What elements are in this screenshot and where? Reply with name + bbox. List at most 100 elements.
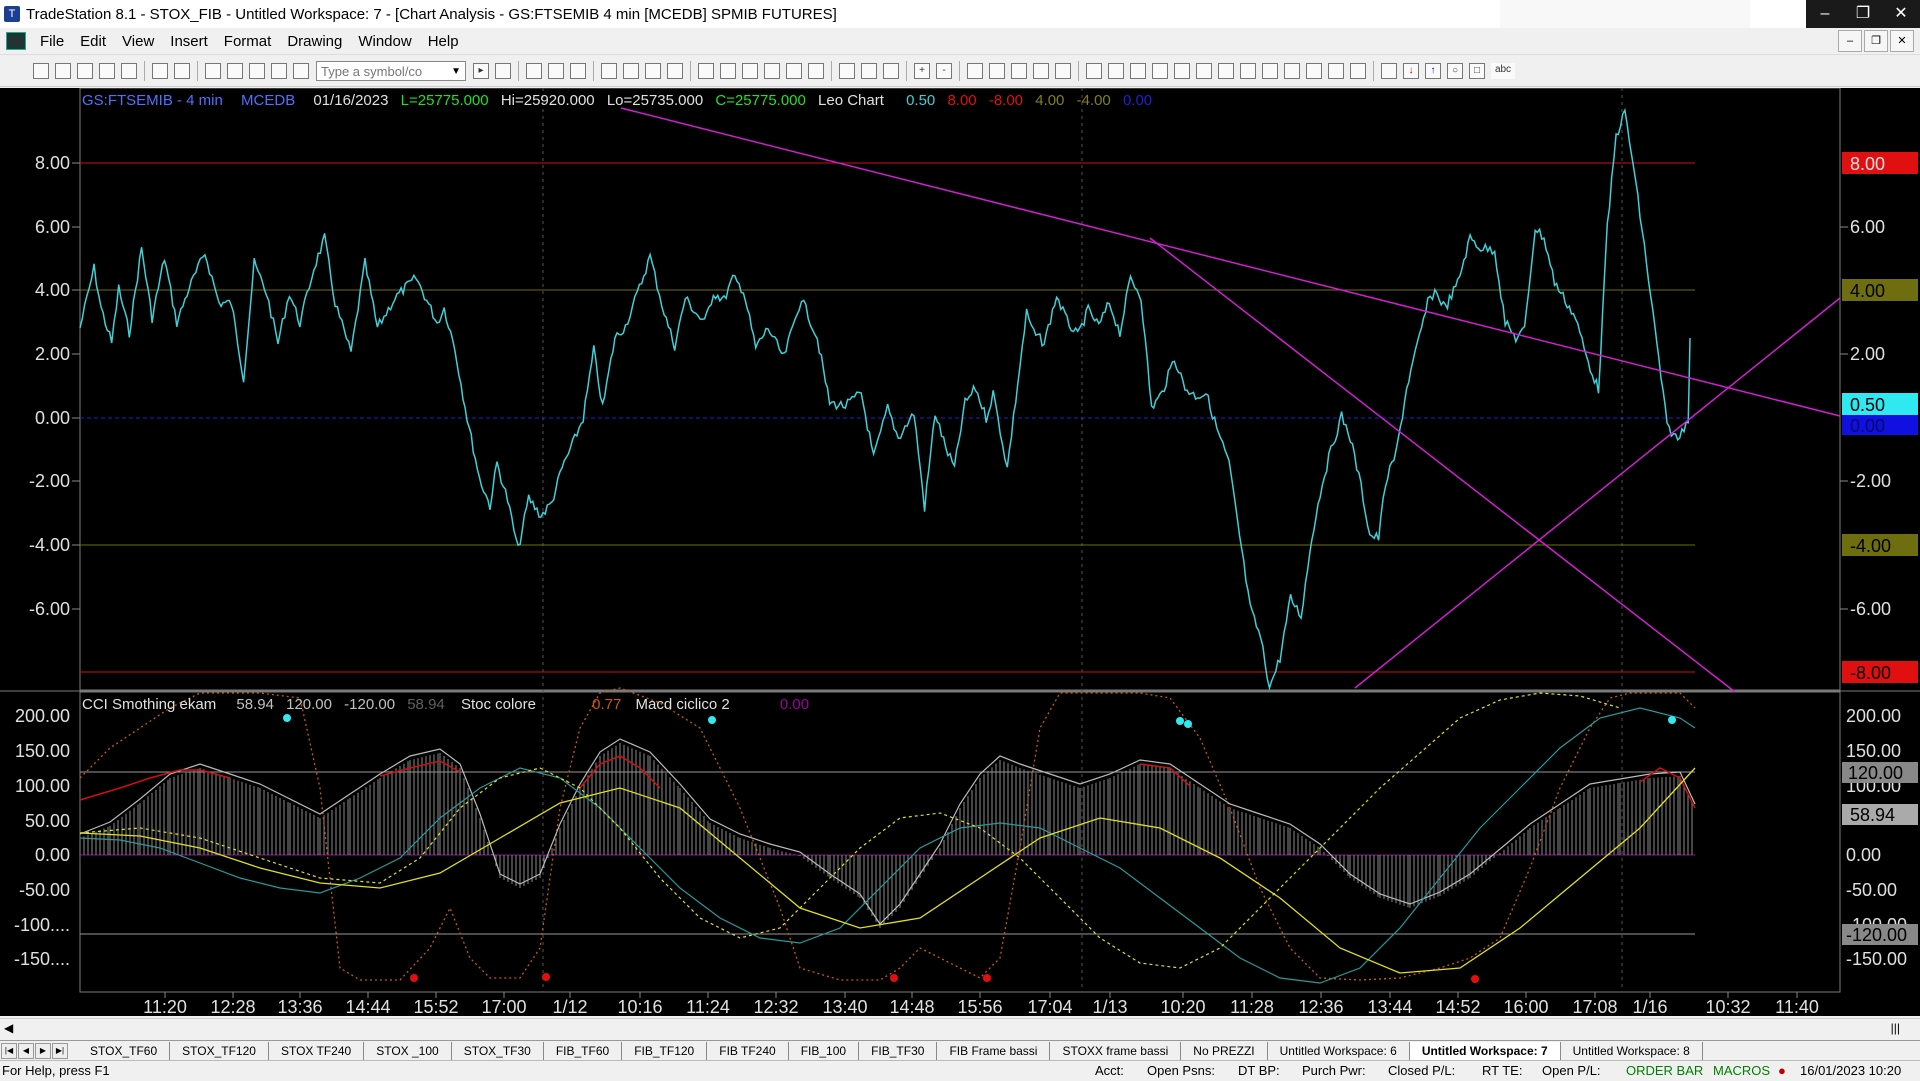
menu-help[interactable]: Help — [420, 33, 467, 50]
symbol-input[interactable]: Type a symbol/co ▼ — [316, 61, 466, 81]
pointer-icon[interactable] — [967, 63, 983, 79]
strategy-icon[interactable] — [720, 63, 736, 79]
fib-extension-icon[interactable] — [1196, 63, 1212, 79]
menu-window[interactable]: Window — [350, 33, 419, 50]
zoom-out-icon[interactable]: - — [936, 63, 952, 79]
grid-icon[interactable] — [570, 63, 586, 79]
tab-untitled-7[interactable]: Untitled Workspace: 7 — [1409, 1042, 1561, 1060]
mdi-minimize-button[interactable]: – — [1838, 30, 1862, 52]
tab-stox-tf120[interactable]: STOX_TF120 — [170, 1042, 269, 1060]
bars-icon[interactable] — [883, 63, 899, 79]
price-chart[interactable]: GS:FTSEMIB - 4 min MCEDB 01/16/2023 L=25… — [0, 87, 1920, 1017]
menu-view[interactable]: View — [114, 33, 162, 50]
list2-icon[interactable] — [548, 63, 564, 79]
globe-icon[interactable] — [293, 63, 309, 79]
lock-icon[interactable] — [249, 63, 265, 79]
gann-icon[interactable] — [1240, 63, 1256, 79]
chart-window-icon[interactable] — [6, 32, 26, 50]
tab-fib-100[interactable]: FIB_100 — [789, 1042, 860, 1060]
alert-icon[interactable] — [1033, 63, 1049, 79]
tab-fib-tf120[interactable]: FIB_TF120 — [622, 1042, 708, 1060]
tab-stox-tf60[interactable]: STOX_TF60 — [78, 1042, 171, 1060]
print-icon[interactable] — [174, 63, 190, 79]
equalizer-icon[interactable] — [808, 63, 824, 79]
tab-untitled-6[interactable]: Untitled Workspace: 6 — [1268, 1042, 1410, 1060]
print-preview-icon[interactable] — [152, 63, 168, 79]
channel-icon[interactable] — [1152, 63, 1168, 79]
tab-fib-tf240[interactable]: FIB TF240 — [707, 1042, 789, 1060]
horizontal-lines-icon[interactable] — [1130, 63, 1146, 79]
folder-icon[interactable] — [121, 63, 137, 79]
scale-icon[interactable] — [623, 63, 639, 79]
scroll-left-icon[interactable]: ◀ — [4, 1021, 13, 1035]
speed-line-icon[interactable] — [1262, 63, 1278, 79]
tab-stox-tf240[interactable]: STOX TF240 — [269, 1042, 365, 1060]
window2-icon[interactable] — [227, 63, 243, 79]
tab-fib-tf60[interactable]: FIB_TF60 — [544, 1042, 623, 1060]
tab-fib-frame-bassi[interactable]: FIB Frame bassi — [937, 1042, 1051, 1060]
vertical-lines-icon[interactable] — [1108, 63, 1124, 79]
minimize-button[interactable]: – — [1806, 0, 1844, 28]
ellipse-icon[interactable]: ○ — [1447, 63, 1463, 79]
notes-icon[interactable] — [1055, 63, 1071, 79]
candle-icon[interactable] — [786, 63, 802, 79]
pen-icon[interactable] — [1350, 63, 1366, 79]
tools-icon[interactable] — [1011, 63, 1027, 79]
fib-fan-icon[interactable] — [1174, 63, 1190, 79]
indicator-icon[interactable] — [742, 63, 758, 79]
menu-insert[interactable]: Insert — [162, 33, 216, 50]
horizontal-scrollbar[interactable]: ◀ ||| — [0, 1018, 1920, 1039]
menu-file[interactable]: File — [32, 33, 72, 50]
zoom-in-icon[interactable]: + — [914, 63, 930, 79]
close-button[interactable]: ✕ — [1882, 0, 1920, 28]
status-order-bar[interactable]: ORDER BAR — [1626, 1063, 1703, 1078]
tab-untitled-8[interactable]: Untitled Workspace: 8 — [1561, 1042, 1703, 1060]
chart-style-icon[interactable] — [601, 63, 617, 79]
arc-icon[interactable] — [1328, 63, 1344, 79]
tab-prev-icon[interactable]: ◀ — [18, 1043, 34, 1059]
list-icon[interactable] — [526, 63, 542, 79]
mdi-close-button[interactable]: ✕ — [1890, 30, 1914, 52]
expand-icon[interactable] — [861, 63, 877, 79]
mdi-restore-button[interactable]: ❐ — [1864, 30, 1888, 52]
link-icon[interactable] — [271, 63, 287, 79]
maximize-button[interactable]: ❐ — [1844, 0, 1882, 28]
save-icon[interactable] — [77, 63, 93, 79]
menu-format[interactable]: Format — [216, 33, 280, 50]
arrow-down-icon[interactable]: ↓ — [1403, 63, 1419, 79]
tab-stox-100[interactable]: STOX _100 — [364, 1042, 452, 1060]
save-all-icon[interactable] — [99, 63, 115, 79]
text-icon[interactable]: abc — [1491, 63, 1515, 79]
ray-icon[interactable] — [1284, 63, 1300, 79]
tab-first-icon[interactable]: |◀ — [1, 1043, 17, 1059]
regression-icon[interactable] — [1306, 63, 1322, 79]
rectangle-icon[interactable]: □ — [1469, 63, 1485, 79]
andrews-pitchfork-icon[interactable] — [1218, 63, 1234, 79]
tab-stoxx-frame-bassi[interactable]: STOXX frame bassi — [1050, 1042, 1182, 1060]
menu-drawing[interactable]: Drawing — [279, 33, 350, 50]
chevron-down-icon[interactable]: ▼ — [451, 62, 461, 82]
lookup-icon[interactable] — [495, 63, 511, 79]
scroll-thumb-icon[interactable]: ||| — [1891, 1021, 1900, 1035]
tab-last-icon[interactable]: ▶| — [52, 1043, 68, 1059]
status-macros[interactable]: MACROS — [1713, 1063, 1770, 1078]
tab-no-prezzi[interactable]: No PREZZI — [1181, 1042, 1268, 1060]
compress-icon[interactable] — [839, 63, 855, 79]
trendline-icon[interactable] — [1086, 63, 1102, 79]
cursor-icon[interactable] — [989, 63, 1005, 79]
refresh-icon[interactable] — [645, 63, 661, 79]
link-chart-icon[interactable] — [667, 63, 683, 79]
bar-chart-icon[interactable] — [764, 63, 780, 79]
tab-fib-tf30[interactable]: FIB_TF30 — [859, 1042, 938, 1060]
curve-icon[interactable] — [1381, 63, 1397, 79]
chart-analysis-window[interactable]: GS:FTSEMIB - 4 min MCEDB 01/16/2023 L=25… — [0, 87, 1920, 1017]
tab-stox-tf30[interactable]: STOX_TF30 — [452, 1042, 544, 1060]
window-icon[interactable] — [205, 63, 221, 79]
new-icon[interactable] — [33, 63, 49, 79]
play-icon[interactable]: ▸ — [473, 63, 489, 79]
arrow-up-icon[interactable]: ↑ — [1425, 63, 1441, 79]
open-icon[interactable] — [55, 63, 71, 79]
menu-edit[interactable]: Edit — [72, 33, 114, 50]
insert-study-icon[interactable] — [698, 63, 714, 79]
tab-next-icon[interactable]: ▶ — [35, 1043, 51, 1059]
